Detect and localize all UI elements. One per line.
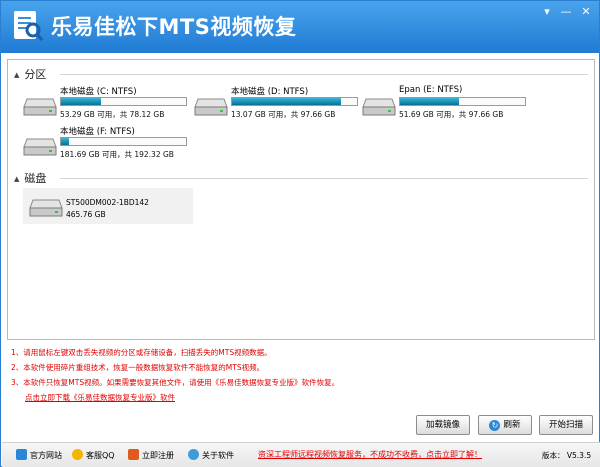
qq-link[interactable]: 客服QQ xyxy=(72,449,115,461)
instruction-line: 3、本软件只恢复MTS视频。如果需要恢复其他文件，请使用《乐易佳数据恢复专业版》… xyxy=(11,378,340,387)
about-link-label: 关于软件 xyxy=(202,451,234,460)
app-window: 乐易佳松下MTS视频恢复 ▾ — ✕ ▲ 分区 本地磁盘 (C: NTFS) 53… xyxy=(0,0,600,467)
version-label: 版本： V5.3.5 xyxy=(542,451,592,460)
register-icon xyxy=(128,449,139,460)
menu-dropdown-icon[interactable]: ▾ xyxy=(540,6,554,18)
partition-section-title: 分区 xyxy=(24,68,47,81)
usage-bar-fill xyxy=(400,98,459,105)
partition-usage-bar xyxy=(399,97,526,106)
about-link[interactable]: 关于软件 xyxy=(188,449,234,461)
instruction-line: 2、本软件使用碎片重组技术，恢复一般数据恢复软件不能恢复的MTS视频。 xyxy=(11,363,265,372)
hard-drive-icon xyxy=(29,199,63,217)
hard-drive-icon xyxy=(362,98,396,116)
usage-bar-fill xyxy=(61,98,101,105)
partition-item[interactable]: Epan (E: NTFS) 51.69 GB 可用，共 97.66 GB xyxy=(362,85,532,127)
refresh-button-label: 刷新 xyxy=(503,420,521,430)
title-bar: 乐易佳松下MTS视频恢复 ▾ — ✕ xyxy=(1,1,599,53)
register-link-label: 立即注册 xyxy=(142,451,174,460)
load-image-button[interactable]: 加载镜像 xyxy=(416,415,470,435)
partition-item[interactable]: 本地磁盘 (F: NTFS) 181.69 GB 可用，共 192.32 GB xyxy=(23,125,193,167)
download-pro-link[interactable]: 点击立即下载《乐易佳数据恢复专业版》软件 xyxy=(25,392,175,403)
disk-section-header: ▲ 磁盘 xyxy=(14,170,46,186)
website-link-label: 官方网站 xyxy=(30,451,62,460)
disk-section-title: 磁盘 xyxy=(24,172,47,185)
refresh-button[interactable]: ↻ 刷新 xyxy=(478,415,532,435)
partition-name: 本地磁盘 (C: NTFS) xyxy=(60,87,137,97)
disk-size: 465.76 GB xyxy=(66,210,106,219)
hard-drive-icon xyxy=(23,98,57,116)
partition-usage-text: 181.69 GB 可用，共 192.32 GB xyxy=(60,150,174,159)
partition-usage-text: 51.69 GB 可用，共 97.66 GB xyxy=(399,110,504,119)
partition-item[interactable]: 本地磁盘 (C: NTFS) 53.29 GB 可用，共 78.12 GB xyxy=(23,85,193,127)
minimize-icon[interactable]: — xyxy=(559,6,573,18)
disk-name: ST500DM002-1BD142 xyxy=(66,198,149,207)
hard-drive-icon xyxy=(194,98,228,116)
disk-item[interactable]: ST500DM002-1BD142 465.76 GB xyxy=(23,188,193,224)
section-arrow-icon: ▲ xyxy=(14,175,20,183)
website-link[interactable]: 官方网站 xyxy=(16,449,62,461)
footer-bar: 官方网站 客服QQ 立即注册 关于软件 资深工程师远程视频恢复服务，不成功不收费… xyxy=(2,442,600,467)
partition-usage-bar xyxy=(60,137,187,146)
partition-name: 本地磁盘 (D: NTFS) xyxy=(231,87,309,97)
section-divider xyxy=(60,74,588,75)
refresh-icon: ↻ xyxy=(489,420,501,431)
remote-service-link[interactable]: 资深工程师远程视频恢复服务，不成功不收费，点击立即了解！ xyxy=(258,449,482,460)
section-arrow-icon: ▲ xyxy=(14,71,20,79)
device-panel: ▲ 分区 本地磁盘 (C: NTFS) 53.29 GB 可用，共 78.12 G… xyxy=(7,59,595,340)
app-title: 乐易佳松下MTS视频恢复 xyxy=(51,15,297,39)
instruction-line: 1、请用鼠标左键双击丢失视频的分区或存储设备，扫描丢失的MTS视频数据。 xyxy=(11,348,272,357)
app-logo-icon xyxy=(14,11,44,41)
about-icon xyxy=(188,449,199,460)
qq-icon xyxy=(72,449,83,460)
partition-usage-bar xyxy=(60,97,187,106)
partition-name: 本地磁盘 (F: NTFS) xyxy=(60,127,135,137)
partition-usage-text: 53.29 GB 可用，共 78.12 GB xyxy=(60,110,165,119)
section-divider xyxy=(60,178,588,179)
partition-section-header: ▲ 分区 xyxy=(14,66,46,82)
usage-bar-fill xyxy=(61,138,69,145)
home-icon xyxy=(16,449,27,460)
partition-usage-bar xyxy=(231,97,358,106)
start-scan-button[interactable]: 开始扫描 xyxy=(539,415,593,435)
partition-item[interactable]: 本地磁盘 (D: NTFS) 13.07 GB 可用，共 97.66 GB xyxy=(194,85,364,127)
register-link[interactable]: 立即注册 xyxy=(128,449,174,461)
partition-usage-text: 13.07 GB 可用，共 97.66 GB xyxy=(231,110,336,119)
close-icon[interactable]: ✕ xyxy=(579,6,593,18)
start-scan-button-label: 开始扫描 xyxy=(548,420,583,430)
usage-bar-fill xyxy=(232,98,341,105)
partition-name: Epan (E: NTFS) xyxy=(399,85,463,95)
hard-drive-icon xyxy=(23,138,57,156)
qq-link-label: 客服QQ xyxy=(86,451,115,460)
